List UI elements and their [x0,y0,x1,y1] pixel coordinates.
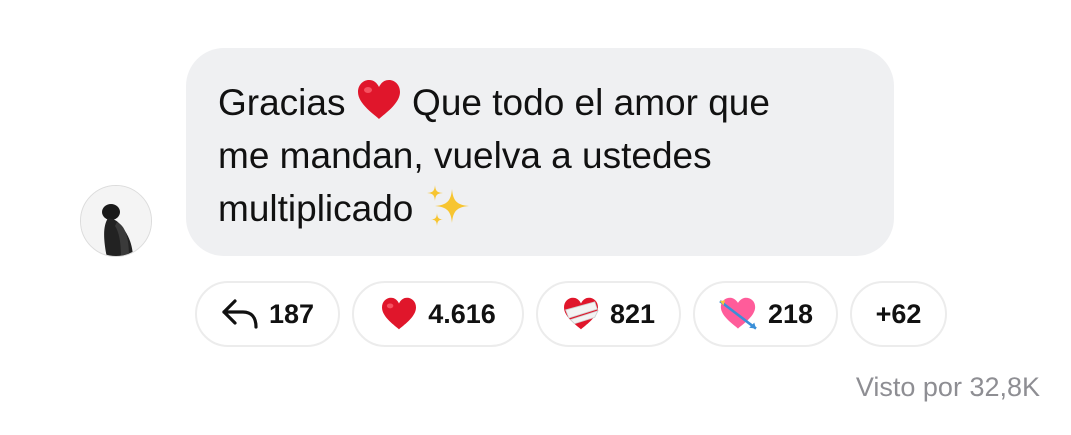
reaction-mending-heart-button[interactable]: 821 [536,281,681,347]
message-text-gracias: Gracias [218,82,346,123]
message-line-1: Gracias Que todo el amor que [218,76,862,129]
heart-count: 4.616 [428,298,496,329]
mending-heart-count: 821 [609,298,656,329]
avatar[interactable] [80,185,152,257]
avatar-portrait-icon [81,186,151,256]
red-heart-emoji-icon [356,80,402,123]
replies-button[interactable]: 187 [195,281,340,347]
reaction-heart-arrow-button[interactable]: 218 [693,281,838,347]
message-text-rest: Que todo el amor que [412,82,770,123]
more-reactions-label: +62 [875,298,922,329]
message-line-2: me mandan, vuelva a ustedes [218,135,712,176]
reply-icon [221,298,259,330]
message-line-3: multiplicado [218,182,862,235]
reaction-heart-button[interactable]: 4.616 [352,281,524,347]
mending-heart-icon [562,297,600,331]
message-text-multiplicado: multiplicado [218,188,414,229]
heart-with-arrow-icon [718,296,758,332]
message-bubble[interactable]: Gracias Que todo el amor que me mandan, … [186,48,894,256]
heart-arrow-count: 218 [767,298,814,329]
red-heart-icon [380,297,418,331]
more-reactions-button[interactable]: +62 [850,281,947,347]
sparkles-emoji-icon [424,185,472,229]
replies-count: 187 [268,298,315,329]
seen-by-text: Visto por 32,8K [855,372,1040,402]
